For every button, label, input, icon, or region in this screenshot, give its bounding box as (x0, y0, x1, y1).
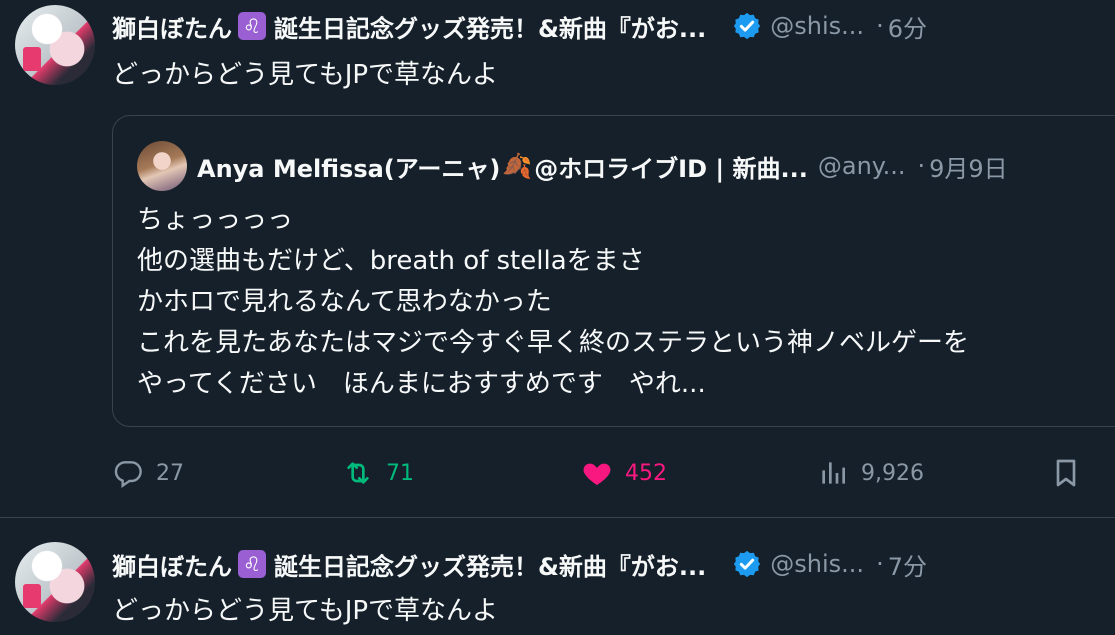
quoted-timestamp: 9月9日 (929, 154, 1008, 183)
bookmark-icon (1056, 459, 1076, 487)
timestamp[interactable]: 6分 (888, 9, 927, 44)
quoted-text-line: かホロで見れるなんて思わなかった (137, 287, 552, 317)
quoted-text-line: やってください ほんまにおすすめです やれ... (137, 369, 706, 399)
display-name-suffix[interactable]: 誕生日記念グッズ発売！&新曲『がお... (274, 547, 706, 582)
retweet-button[interactable]: 71 (342, 450, 414, 496)
avatar[interactable] (15, 5, 95, 85)
display-name[interactable]: 獅白ぼたん (112, 9, 232, 44)
reply-count: 27 (156, 460, 184, 486)
tweet-text: どっからどう見てもJPで草なんよ (112, 60, 499, 90)
tweet[interactable]: 獅白ぼたん ♌ 誕生日記念グッズ発売！&新曲『がお... @shis... · … (0, 0, 1115, 517)
heart-icon (583, 463, 611, 485)
avatar[interactable] (15, 542, 95, 622)
display-name-suffix[interactable]: 誕生日記念グッズ発売！&新曲『がお... (274, 9, 706, 44)
view-count: 9,926 (861, 460, 924, 486)
leo-icon: ♌ (238, 12, 266, 40)
tweet-actions: 27 71 452 9,926 (112, 450, 1115, 496)
quoted-display-name-suffix: @ホロライブID | 新曲... (534, 154, 808, 183)
leaf-icon: 🍂 (502, 152, 533, 180)
quoted-tweet[interactable]: Anya Melfissa(アーニャ) 🍂 @ホロライブID | 新曲... @… (112, 115, 1115, 427)
views-button[interactable]: 9,926 (817, 450, 924, 496)
like-button[interactable]: 452 (581, 450, 667, 496)
retweet-icon (347, 462, 369, 484)
separator-dot: · (876, 550, 884, 578)
leo-icon: ♌ (238, 550, 266, 578)
display-name[interactable]: 獅白ぼたん (112, 547, 232, 582)
verified-badge-icon (734, 12, 761, 40)
tweet[interactable]: 獅白ぼたん ♌ 誕生日記念グッズ発売！&新曲『がお... @shis... · … (0, 518, 1115, 635)
tweet-text: どっからどう見てもJPで草なんよ (112, 596, 499, 626)
quoted-tweet-text: ちょっっっっ 他の選曲もだけど、breath of stellaをまさ かホロで… (137, 200, 969, 405)
reply-icon (114, 461, 142, 488)
quoted-avatar[interactable] (137, 141, 187, 191)
retweet-count: 71 (386, 460, 414, 486)
quoted-text-line: これを見たあなたはマジで今すぐ早く終のステラという神ノベルゲーを (137, 328, 970, 358)
tweet-header: 獅白ぼたん ♌ 誕生日記念グッズ発売！&新曲『がお... @shis... · … (112, 544, 927, 584)
handle[interactable]: @shis... (770, 12, 864, 40)
separator-dot: · (917, 152, 926, 180)
quoted-display-name: Anya Melfissa(アーニャ) (197, 154, 501, 183)
like-count: 452 (625, 460, 667, 486)
quoted-tweet-header: Anya Melfissa(アーニャ) 🍂 @ホロライブID | 新曲... @… (137, 140, 1008, 192)
reply-button[interactable]: 27 (112, 450, 184, 496)
verified-badge-icon (734, 550, 761, 578)
quoted-handle: @any... (817, 152, 906, 180)
timestamp[interactable]: 7分 (888, 547, 927, 582)
analytics-icon (822, 462, 845, 484)
quoted-text-line: 他の選曲もだけど、breath of stellaをまさ (137, 246, 645, 276)
bookmark-button[interactable] (1050, 450, 1094, 496)
handle[interactable]: @shis... (770, 550, 864, 578)
tweet-header: 獅白ぼたん ♌ 誕生日記念グッズ発売！&新曲『がお... @shis... · … (112, 6, 927, 46)
quoted-text-line: ちょっっっっ (137, 205, 294, 235)
separator-dot: · (876, 12, 884, 40)
